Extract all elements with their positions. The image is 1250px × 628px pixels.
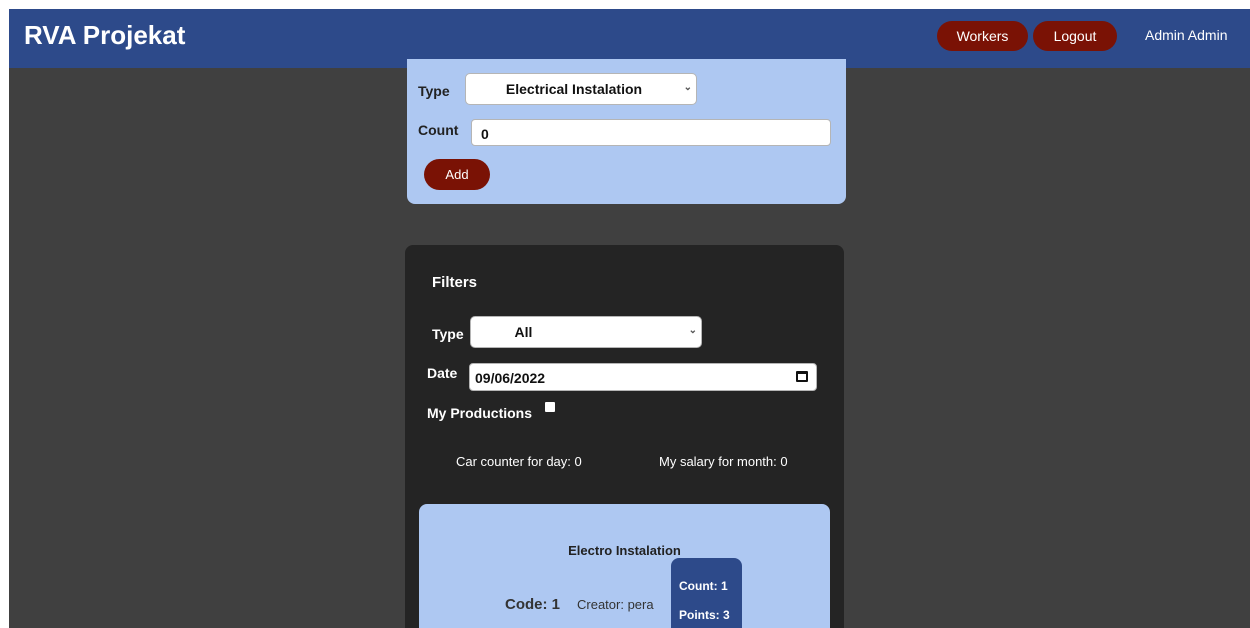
add-production-card: Type Electrical Instalation ⌄ Count 0 Ad… <box>407 59 846 204</box>
count-label: Count <box>418 122 459 138</box>
count-input[interactable]: 0 <box>471 119 831 146</box>
count-input-value: 0 <box>481 126 489 142</box>
workers-button[interactable]: Workers <box>937 21 1028 51</box>
production-points: Points: 3 <box>679 608 730 622</box>
my-productions-label: My Productions <box>427 405 533 421</box>
filter-date-label: Date <box>427 365 458 381</box>
app-root: RVA Projekat Workers Logout Admin Admin … <box>9 9 1250 628</box>
user-name: Admin Admin <box>1145 27 1228 43</box>
filter-type-label: Type <box>432 326 464 342</box>
production-stats-box: Count: 1 Points: 3 <box>671 558 742 628</box>
filter-type-select[interactable]: All ⌄ <box>470 316 702 348</box>
production-creator: Creator: pera <box>577 597 654 612</box>
production-card: Electro Instalation Code: 1 Creator: per… <box>419 504 830 628</box>
chevron-down-icon: ⌄ <box>688 325 697 336</box>
my-productions-checkbox[interactable] <box>545 402 555 412</box>
calendar-icon[interactable] <box>796 371 808 382</box>
filters-title: Filters <box>432 274 478 291</box>
type-select-value: Electrical Instalation <box>505 81 643 97</box>
production-count: Count: 1 <box>679 579 728 593</box>
filter-type-value: All <box>514 324 533 340</box>
add-button[interactable]: Add <box>424 159 490 190</box>
logout-button[interactable]: Logout <box>1033 21 1117 51</box>
type-label: Type <box>418 83 450 99</box>
type-select[interactable]: Electrical Instalation ⌄ <box>465 73 697 105</box>
chevron-down-icon: ⌄ <box>683 82 692 93</box>
production-code: Code: 1 <box>505 596 561 613</box>
salary-text: My salary for month: 0 <box>659 454 788 469</box>
brand-title: RVA Projekat <box>24 20 186 50</box>
production-title: Electro Instalation <box>568 543 681 558</box>
date-input-value: 09/06/2022 <box>475 370 546 386</box>
car-counter-text: Car counter for day: 0 <box>456 454 582 469</box>
date-input[interactable]: 09/06/2022 <box>469 363 817 391</box>
filters-panel: Filters Type All ⌄ Date 09/06/2022 My Pr… <box>405 245 844 628</box>
